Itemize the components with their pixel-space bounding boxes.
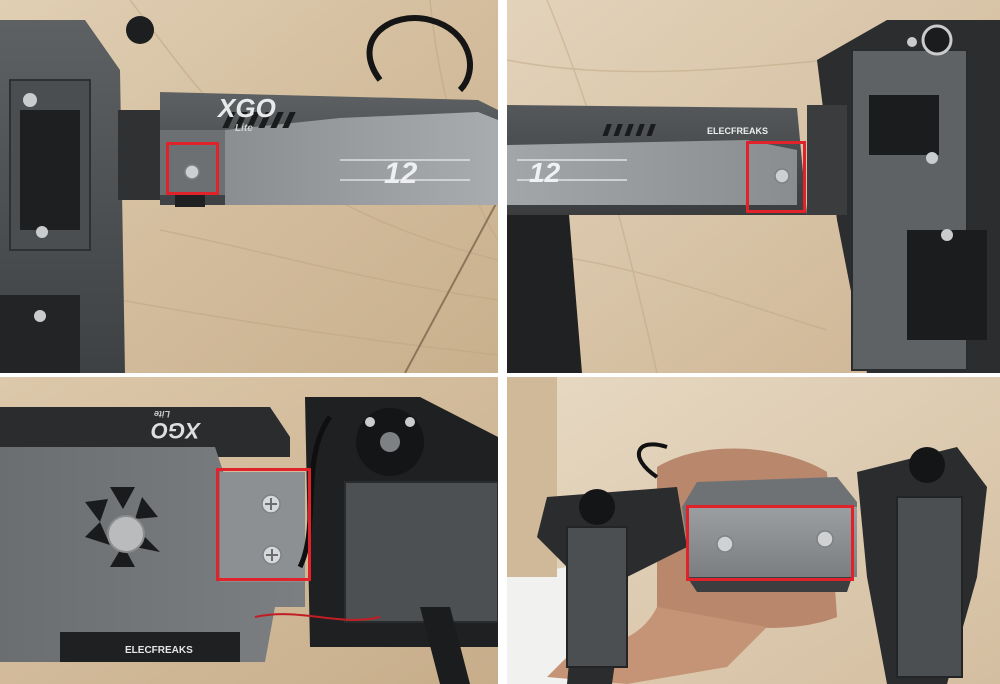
photo-panel-top-left: XGO Lite 12 [0,0,498,373]
highlight-box-two-screws [216,468,311,581]
elecfreaks-brand-text: ELECFREAKS [707,126,768,136]
robot-body-side-photo: XGO Lite 12 [0,0,498,373]
lite-logo-text-flipped: Lite [154,409,170,419]
highlight-box-screw-right [746,141,806,213]
lite-logo-text: Lite [235,123,253,134]
model-badge-text: 12 [384,157,418,190]
xgo-logo-text-flipped: XGO [151,418,202,443]
model-badge-text-2: 12 [529,157,561,188]
photo-panel-top-right: ELECFREAKS 12 [507,0,1000,373]
highlight-box-front-screws [686,505,854,581]
elecfreaks-brand-text-2: ELECFREAKS [125,645,193,656]
xgo-logo-text: XGO [216,93,276,123]
photo-panel-bottom-right [507,377,1000,684]
photo-panel-bottom-left: XGO Lite ELECFREAKS [0,377,498,684]
highlight-box-screw-left [166,142,219,195]
